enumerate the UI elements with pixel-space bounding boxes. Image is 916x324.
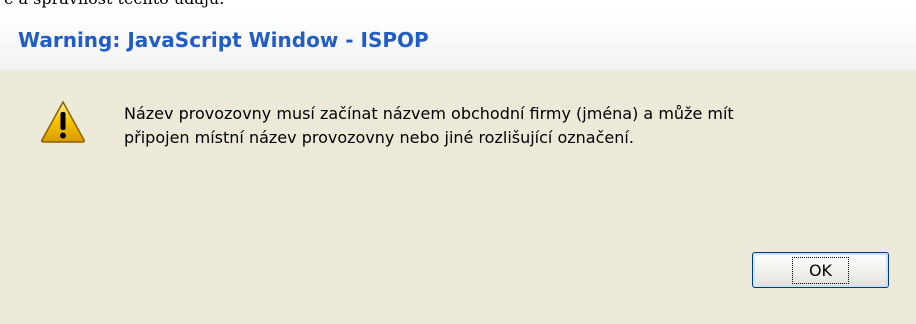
warning-message-line-1: Název provozovny musí začínat názvem obc… (124, 104, 734, 123)
screenshot-page: e a správnost těchto údajů. Warning: Jav… (0, 0, 916, 324)
dialog-content: Název provozovny musí začínat názvem obc… (0, 70, 916, 324)
warning-message: Název provozovny musí začínat názvem obc… (124, 102, 884, 150)
background-page-text: e a správnost těchto údajů. (4, 0, 224, 8)
window-title-bar[interactable]: Warning: JavaScript Window - ISPOP (0, 12, 916, 70)
javascript-warning-window: Warning: JavaScript Window - ISPOP Název… (0, 12, 916, 324)
warning-icon (41, 100, 85, 143)
ok-button[interactable]: OK (752, 252, 889, 288)
ok-button-label: OK (791, 256, 850, 284)
warning-message-line-2: připojen místní název provozovny nebo ji… (124, 128, 634, 147)
window-title: Warning: JavaScript Window - ISPOP (18, 28, 429, 52)
